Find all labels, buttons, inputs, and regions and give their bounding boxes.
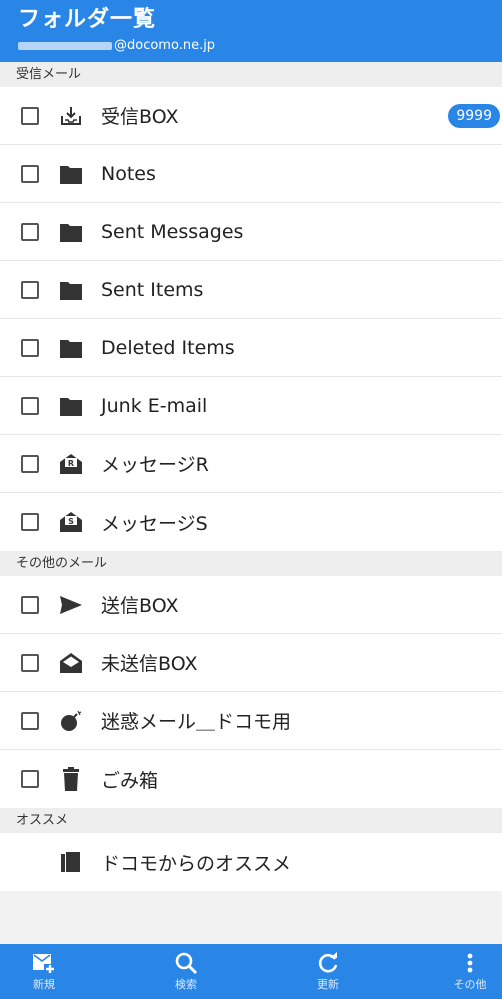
nav-more-button[interactable]: その他 — [446, 951, 494, 992]
folder-row-inbox[interactable]: 受信BOX 9999 — [0, 87, 502, 145]
unread-count-badge: 9999 — [448, 103, 500, 128]
folder-icon — [58, 335, 84, 361]
folder-row-sent-messages[interactable]: Sent Messages — [0, 203, 502, 261]
folder-row-spam[interactable]: 迷惑メール＿ドコモ用 — [0, 692, 502, 750]
recommend-row[interactable]: ドコモからのオススメ — [0, 833, 502, 891]
folder-label: メッセージS — [101, 512, 208, 535]
folder-label: 受信BOX — [101, 106, 179, 128]
folder-row-junk-email[interactable]: Junk E-mail — [0, 377, 502, 435]
search-icon — [174, 951, 198, 975]
folder-label: Sent Items — [101, 278, 204, 301]
folder-row-sent-items[interactable]: Sent Items — [0, 261, 502, 319]
folder-label: ごみ箱 — [101, 769, 159, 792]
message-r-icon: R — [58, 451, 84, 477]
folder-icon — [58, 393, 84, 419]
folder-checkbox[interactable] — [21, 164, 39, 183]
recommend-label: ドコモからのオススメ — [101, 852, 292, 875]
folder-label: Junk E-mail — [101, 394, 208, 417]
account-domain: @docomo.ne.jp — [114, 38, 216, 53]
folder-checkbox[interactable] — [21, 653, 39, 672]
folder-row-notes[interactable]: Notes — [0, 145, 502, 203]
folder-checkbox[interactable] — [21, 513, 39, 531]
folder-checkbox[interactable] — [21, 280, 39, 299]
bomb-icon — [58, 708, 84, 734]
folder-checkbox[interactable] — [21, 222, 39, 241]
folder-label: Sent Messages — [101, 220, 244, 243]
message-s-icon: S — [58, 509, 84, 535]
nav-more-label: その他 — [453, 978, 487, 991]
folder-row-message-r[interactable]: R メッセージR — [0, 435, 502, 493]
folder-checkbox[interactable] — [21, 338, 39, 357]
nav-new-button[interactable]: 新規 — [20, 951, 68, 992]
nav-refresh-button[interactable]: 更新 — [304, 951, 352, 992]
list-empty-area — [0, 891, 502, 947]
section-header-recommend: オススメ — [0, 808, 502, 833]
account-address: @docomo.ne.jp — [18, 36, 502, 56]
nav-new-label: 新規 — [33, 978, 55, 991]
nav-refresh-label: 更新 — [317, 978, 339, 991]
app-header: フォルダ一覧 @docomo.ne.jp — [0, 0, 502, 62]
folder-icon — [58, 277, 84, 303]
folder-checkbox[interactable] — [21, 595, 39, 614]
folder-checkbox[interactable] — [21, 454, 39, 473]
section-header-inbox: 受信メール — [0, 62, 502, 87]
section-header-other: その他のメール — [0, 551, 502, 576]
send-icon — [58, 592, 84, 618]
folder-label: Notes — [101, 162, 156, 185]
folder-row-trash[interactable]: ごみ箱 — [0, 750, 502, 808]
page-title: フォルダ一覧 — [18, 7, 157, 32]
folder-label: メッセージR — [101, 454, 209, 476]
folder-checkbox[interactable] — [21, 396, 39, 415]
folder-row-deleted-items[interactable]: Deleted Items — [0, 319, 502, 377]
nav-search-button[interactable]: 検索 — [162, 951, 210, 992]
folder-icon — [58, 219, 84, 245]
folder-list: 受信メール 受信BOX 9999 Notes Sent Messages Sen… — [0, 62, 502, 947]
folder-checkbox[interactable] — [21, 711, 39, 730]
masked-username — [18, 41, 112, 50]
svg-text:R: R — [68, 459, 74, 468]
folder-row-message-s[interactable]: S メッセージS — [0, 493, 502, 551]
new-mail-icon — [32, 951, 56, 975]
inbox-download-icon — [58, 103, 84, 129]
trash-icon — [58, 766, 84, 792]
folder-label: 迷惑メール＿ドコモ用 — [101, 711, 292, 733]
unsent-envelope-icon — [58, 650, 84, 676]
folder-row-outbox[interactable]: 送信BOX — [0, 576, 502, 634]
svg-text:S: S — [68, 517, 74, 526]
folder-label: 送信BOX — [101, 595, 179, 617]
refresh-icon — [316, 951, 340, 975]
more-vertical-icon — [458, 951, 482, 975]
folder-checkbox[interactable] — [21, 106, 39, 125]
bottom-navigation: 新規 検索 更新 その他 — [0, 944, 502, 999]
nav-search-label: 検索 — [175, 978, 197, 991]
recommend-docs-icon — [58, 849, 84, 875]
folder-label: Deleted Items — [101, 336, 235, 359]
folder-label: 未送信BOX — [101, 653, 198, 675]
folder-row-unsent[interactable]: 未送信BOX — [0, 634, 502, 692]
folder-checkbox[interactable] — [21, 770, 39, 788]
folder-icon — [58, 161, 84, 187]
